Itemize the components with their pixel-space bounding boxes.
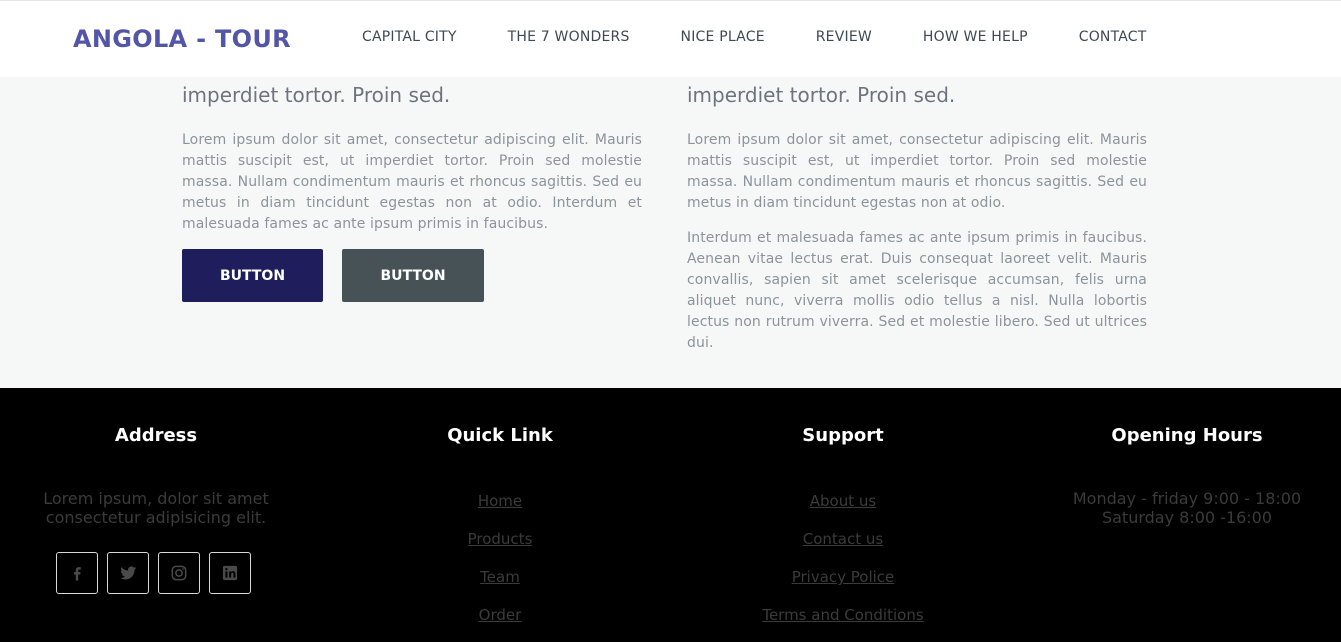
link-privacy-police[interactable]: Privacy Police [792,568,895,586]
facebook-icon [73,567,81,581]
list-item: Contact us [683,529,1003,549]
button-group: BUTTON BUTTON [182,249,642,302]
secondary-button[interactable]: BUTTON [342,249,484,302]
content-section: imperdiet tortor. Proin sed. Lorem ipsum… [0,77,1341,388]
footer-quick-link-title: Quick Link [447,425,553,446]
list-item: Terms and Conditions [683,605,1003,625]
link-home[interactable]: Home [478,492,522,510]
footer: Address Lorem ipsum, dolor sit amet cons… [0,388,1341,642]
footer-address: Address Lorem ipsum, dolor sit amet cons… [0,388,316,594]
left-column: imperdiet tortor. Proin sed. Lorem ipsum… [182,82,642,302]
linkedin-link[interactable] [208,552,251,594]
nav-review[interactable]: REVIEW [816,29,872,45]
linkedin-icon [222,565,237,581]
link-contact-us[interactable]: Contact us [803,530,883,548]
twitter-icon [119,566,136,580]
left-subtitle: imperdiet tortor. Proin sed. [182,83,451,107]
list-item: Order [340,605,660,625]
footer-support-title: Support [802,425,884,446]
instagram-icon [171,565,186,581]
right-paragraph-2: Interdum et malesuada fames ac ante ipsu… [687,230,1147,351]
left-paragraph: Lorem ipsum dolor sit amet, consectetur … [182,132,642,232]
instagram-link[interactable] [157,552,200,594]
twitter-link[interactable] [106,552,149,594]
nav-how-we-help[interactable]: HOW WE HELP [923,29,1028,45]
nav-capital-city[interactable]: CAPITAL CITY [362,29,457,45]
right-subtitle: imperdiet tortor. Proin sed. [687,83,956,107]
footer-opening-hours-title: Opening Hours [1111,425,1263,446]
nav-contact[interactable]: CONTACT [1079,29,1147,45]
primary-button[interactable]: BUTTON [182,249,323,302]
list-item: Privacy Police [683,567,1003,587]
footer-support: Support About us Contact us Privacy Poli… [683,388,1003,642]
list-item: About us [683,491,1003,511]
navbar: ANGOLA - TOUR CAPITAL CITY THE 7 WONDERS… [0,0,1341,77]
nav-nice-place[interactable]: NICE PLACE [681,29,765,45]
link-team[interactable]: Team [480,568,520,586]
nav-the-7-wonders[interactable]: THE 7 WONDERS [508,29,630,45]
footer-quick-link: Quick Link Home Products Team Order [340,388,660,642]
list-item: Home [340,491,660,511]
list-item: Products [340,529,660,549]
brand-logo[interactable]: ANGOLA - TOUR [73,25,291,53]
list-item: Team [340,567,660,587]
social-links [0,552,316,594]
facebook-link[interactable] [55,552,98,594]
quick-link-list: Home Products Team Order [340,491,660,625]
footer-opening-hours: Opening Hours Monday - friday 9:00 - 18:… [1027,388,1341,527]
right-column: imperdiet tortor. Proin sed. Lorem ipsum… [687,82,1147,354]
link-products[interactable]: Products [468,530,533,548]
footer-address-title: Address [114,425,198,446]
footer-address-text: Lorem ipsum, dolor sit amet consectetur … [43,489,269,527]
right-paragraph-1: Lorem ipsum dolor sit amet, consectetur … [687,132,1147,211]
support-link-list: About us Contact us Privacy Police Terms… [683,491,1003,625]
link-terms-and-conditions[interactable]: Terms and Conditions [762,606,923,624]
opening-hours-saturday: Saturday 8:00 -16:00 [1101,508,1273,527]
opening-hours-weekday: Monday - friday 9:00 - 18:00 [1072,489,1302,508]
link-about-us[interactable]: About us [810,492,876,510]
link-order[interactable]: Order [479,606,522,624]
main-nav: CAPITAL CITY THE 7 WONDERS NICE PLACE RE… [362,29,1198,45]
